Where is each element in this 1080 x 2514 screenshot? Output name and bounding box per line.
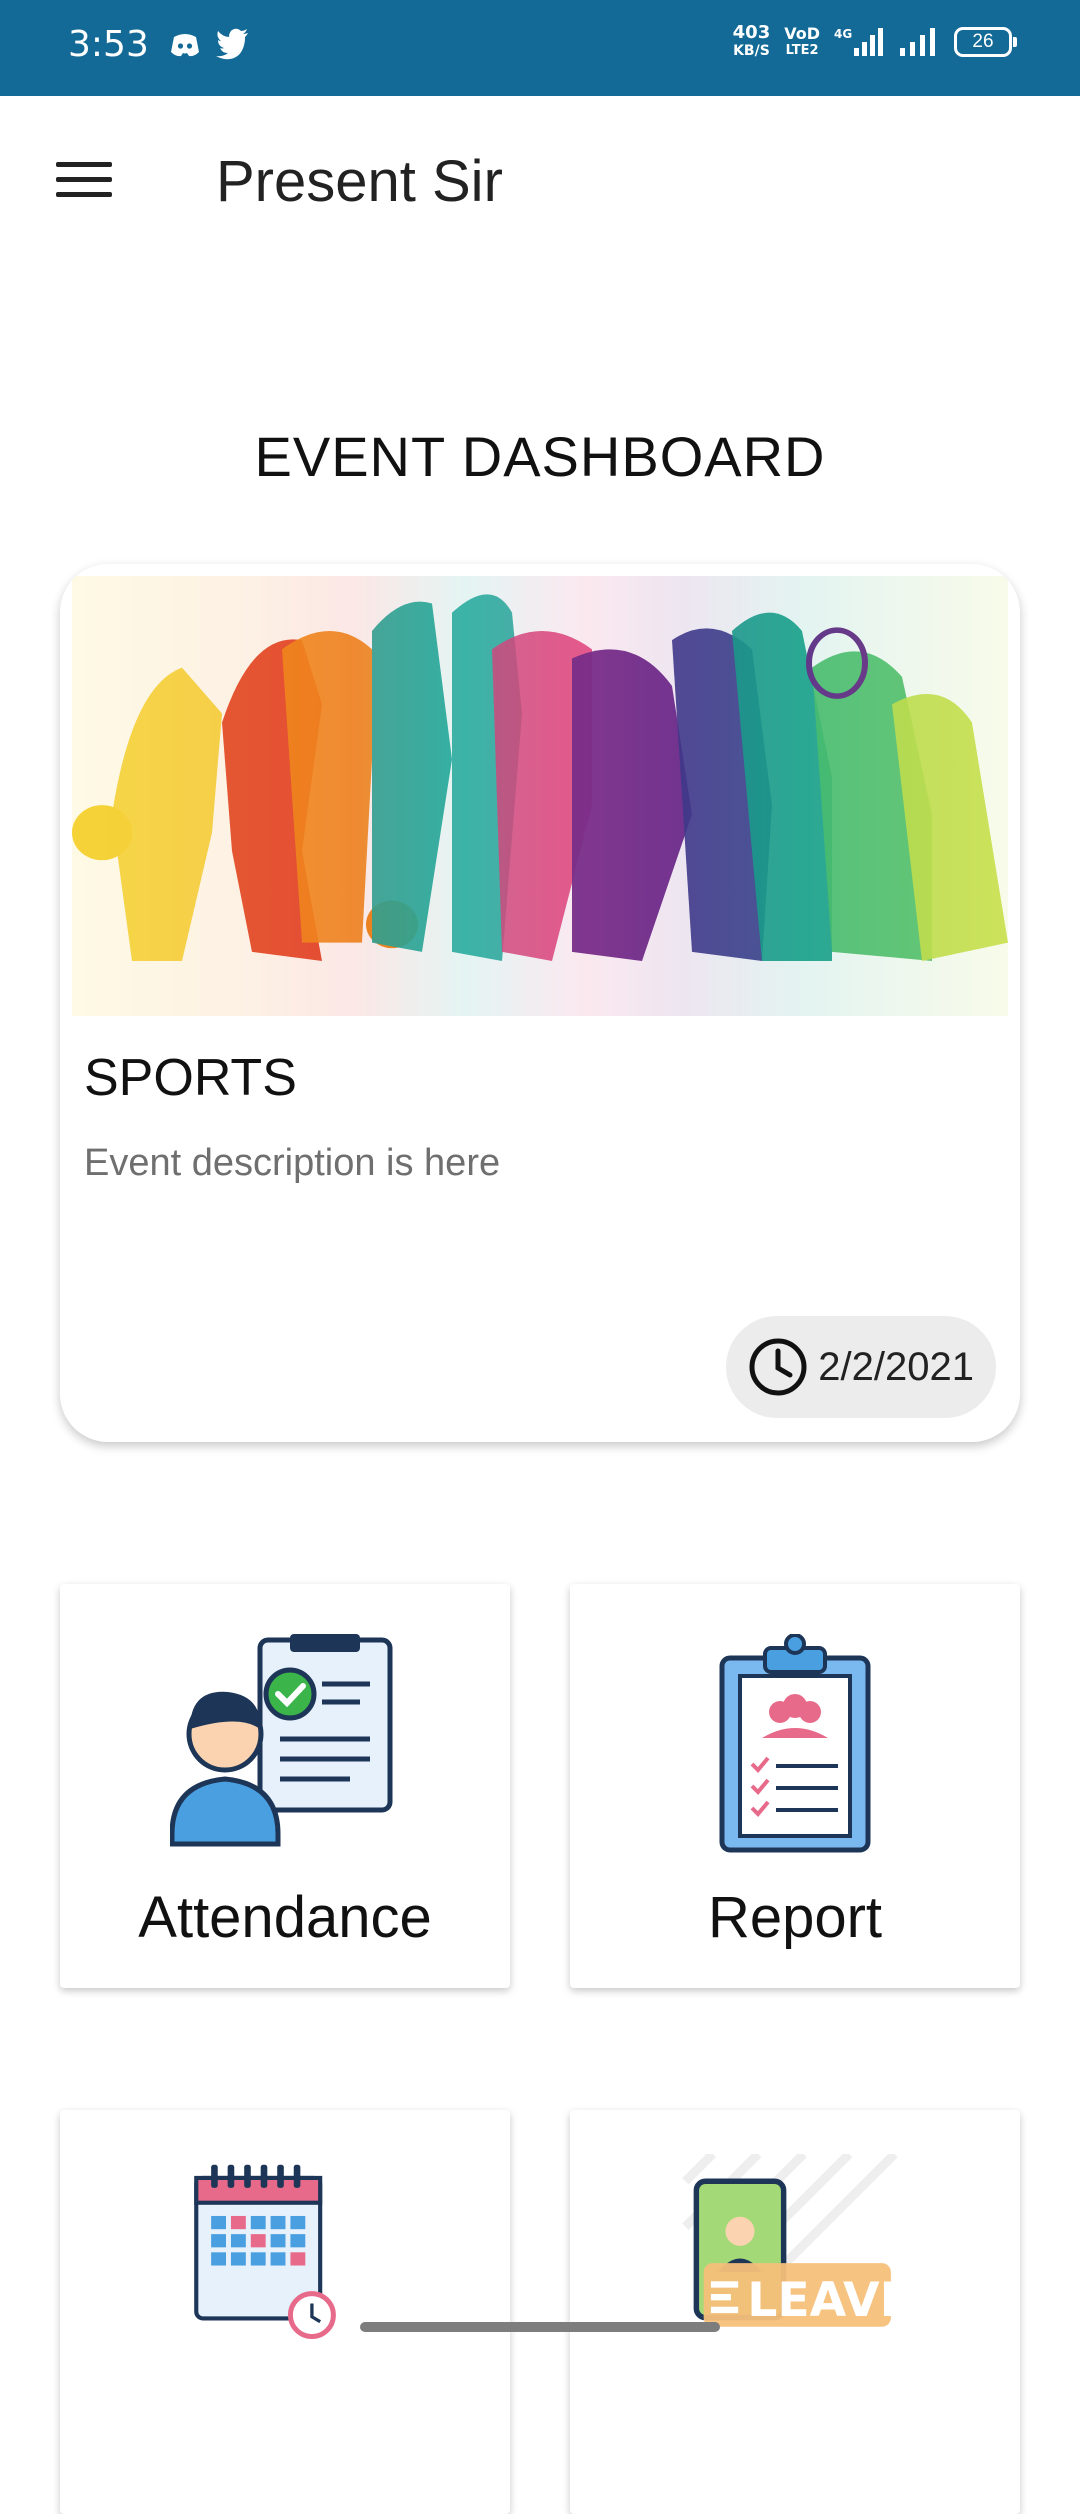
app-title: Present Sir bbox=[216, 149, 503, 214]
sports-event-image bbox=[72, 576, 1008, 1016]
attendance-tile[interactable]: Attendance bbox=[60, 1584, 510, 1988]
navigation-handle[interactable] bbox=[360, 2322, 720, 2332]
attendance-label: Attendance bbox=[138, 1885, 432, 1950]
leave-tile[interactable]: LEAVE bbox=[570, 2110, 1020, 2514]
twitter-icon bbox=[216, 28, 248, 60]
clock-icon bbox=[749, 1338, 807, 1396]
app-bar: Present Sir bbox=[0, 96, 1080, 268]
report-tile[interactable]: Report bbox=[570, 1584, 1020, 1988]
hamburger-menu-icon[interactable] bbox=[48, 156, 120, 216]
page-title: EVENT DASHBOARD bbox=[254, 425, 826, 488]
event-date-chip[interactable]: 2/2/2021 bbox=[726, 1316, 996, 1418]
attendance-icon bbox=[170, 1634, 393, 1847]
status-bar: 3:53 403 KB/S VoD LTE2 4G 26 bbox=[0, 0, 1080, 96]
status-time: 3:53 bbox=[68, 24, 149, 65]
signal-icon bbox=[900, 28, 935, 56]
report-clipboard-icon bbox=[719, 1634, 871, 1853]
report-label: Report bbox=[707, 1885, 883, 1950]
status-right-icons: 403 KB/S VoD LTE2 4G 26 bbox=[732, 22, 1017, 60]
calendar-tile[interactable] bbox=[60, 2110, 510, 2514]
event-title: SPORTS bbox=[84, 1049, 297, 1107]
event-date: 2/2/2021 bbox=[818, 1344, 974, 1389]
volte-indicator: VoD LTE2 bbox=[784, 24, 820, 58]
net-speed: 403 KB/S bbox=[732, 22, 771, 60]
svg-text:4G: 4G bbox=[834, 27, 852, 41]
signal-4g-icon: 4G bbox=[834, 27, 883, 56]
discord-icon bbox=[171, 34, 199, 57]
event-card[interactable]: SPORTS Event description is here 2/2/202… bbox=[60, 564, 1020, 1442]
battery-icon: 26 bbox=[954, 27, 1017, 57]
event-description: Event description is here bbox=[84, 1142, 501, 1184]
notification-icons bbox=[168, 28, 250, 62]
calendar-icon bbox=[194, 2164, 336, 2340]
leave-text: LEAVE bbox=[747, 2273, 910, 2328]
